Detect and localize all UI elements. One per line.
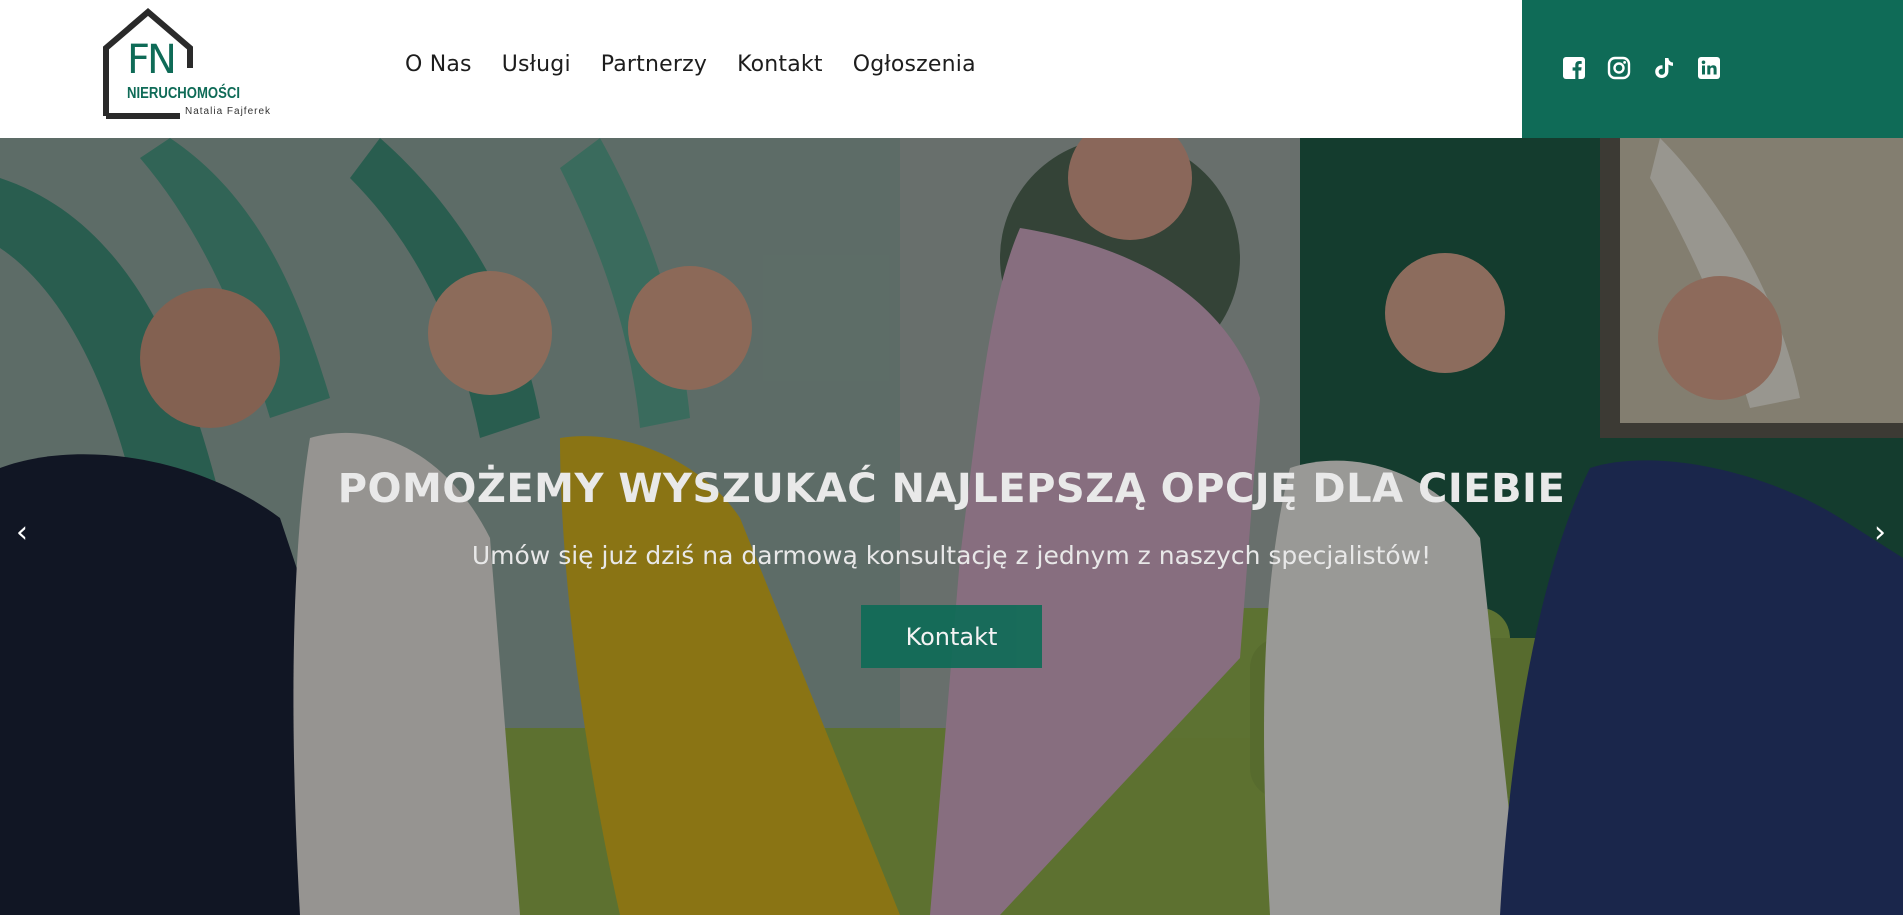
hero-subtitle: Umów się już dziś na darmową konsultację…: [471, 541, 1432, 570]
logo-brand: NIERUCHOMOŚCI: [127, 85, 240, 102]
linkedin-icon[interactable]: [1697, 56, 1721, 80]
hero-title: POMOŻEMY WYSZUKAĆ NAJLEPSZĄ OPCJĘ DLA CI…: [337, 466, 1566, 512]
nav-ogloszenia[interactable]: Ogłoszenia: [853, 52, 976, 77]
logo[interactable]: FN NIERUCHOMOŚCI Natalia Fajferek: [100, 8, 270, 126]
logo-initials: FN: [127, 37, 177, 83]
hero-slider: POMOŻEMY WYSZUKAĆ NAJLEPSZĄ OPCJĘ DLA CI…: [0, 138, 1903, 915]
facebook-icon[interactable]: [1562, 56, 1586, 80]
kontakt-button[interactable]: Kontakt: [861, 605, 1042, 668]
logo-owner: Natalia Fajferek: [185, 106, 272, 117]
instagram-icon[interactable]: [1607, 56, 1631, 80]
main-nav: O Nas Usługi Partnerzy Kontakt Ogłoszeni…: [405, 52, 976, 77]
social-bar: [1522, 0, 1903, 138]
hero-overlay: [0, 138, 1903, 915]
nav-uslugi[interactable]: Usługi: [502, 52, 571, 77]
site-header: FN NIERUCHOMOŚCI Natalia Fajferek O Nas …: [0, 0, 1903, 138]
tiktok-icon[interactable]: [1652, 56, 1676, 80]
nav-kontakt[interactable]: Kontakt: [737, 52, 823, 77]
slider-next-icon[interactable]: ›: [1868, 518, 1892, 548]
nav-partnerzy[interactable]: Partnerzy: [601, 52, 707, 77]
nav-o-nas[interactable]: O Nas: [405, 52, 472, 77]
slider-prev-icon[interactable]: ‹: [10, 518, 34, 548]
